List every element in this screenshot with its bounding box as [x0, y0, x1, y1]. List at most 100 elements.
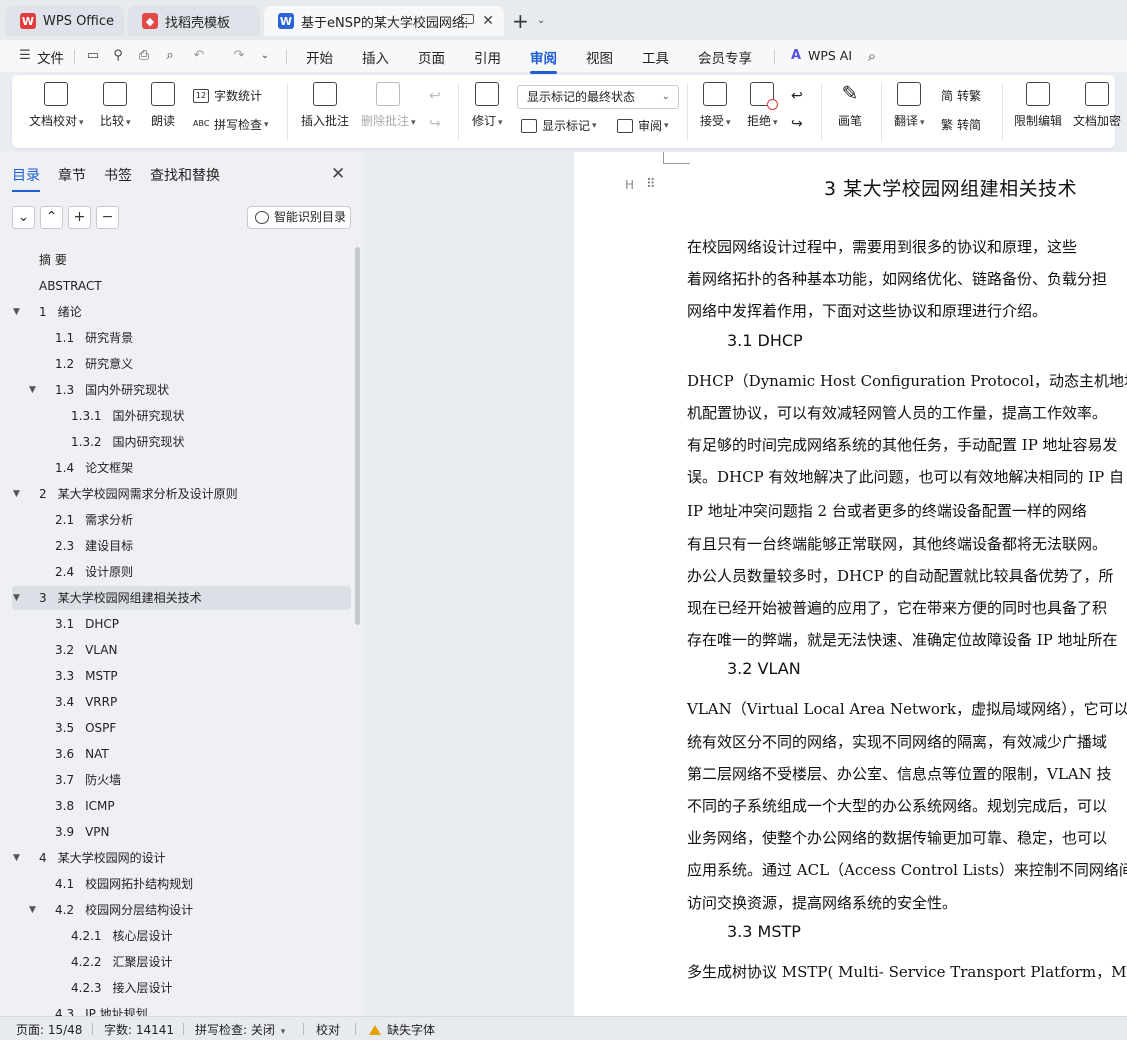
page-indicator[interactable]: 页面: 15/48	[16, 1021, 82, 1038]
chapter-title[interactable]: 3 某大学校园网组建相关技术	[824, 174, 1077, 201]
paragraph-line[interactable]: 统有效区分不同的网络，实现不同网络的隔离，有效减少广播域	[687, 731, 1107, 752]
toc-item[interactable]: 3.2 VLAN	[12, 638, 351, 662]
paragraph-line[interactable]: 访问交换资源，提高网络系统的安全性。	[687, 892, 957, 913]
paragraph-line[interactable]: 存在唯一的弊端，就是无法快速、准确定位故障设备 IP 地址所在	[687, 629, 1118, 650]
paragraph-line[interactable]: 在校园网络设计过程中，需要用到很多的协议和原理，这些	[687, 236, 1077, 257]
toc-item[interactable]: 3.7 防火墙	[12, 768, 351, 792]
compare-button[interactable]: 比较 ▾	[100, 82, 131, 129]
proofread-status[interactable]: 校对	[316, 1021, 340, 1038]
toc-item[interactable]: 3.1 DHCP	[12, 612, 351, 636]
toc-item[interactable]: 4.2.1 核心层设计	[12, 924, 351, 948]
toc-item[interactable]: 4.3 IP 地址规划	[12, 1002, 351, 1016]
tab-bookmarks[interactable]: 书签	[104, 165, 132, 185]
markup-state-select[interactable]: 显示标记的最终状态 ⌄	[517, 85, 679, 109]
close-tab-icon[interactable]: ✕	[482, 13, 494, 29]
expand-triangle-icon[interactable]: ▼	[29, 378, 36, 402]
section-heading[interactable]: 3.2 VLAN	[727, 659, 801, 678]
paragraph-line[interactable]: 现在已经开始被普遍的应用了，它在带来方便的同时也具备了积	[687, 597, 1107, 618]
chevron-down-icon[interactable]: ⌄	[537, 15, 545, 26]
paragraph-line[interactable]: 有且只有一台终端能够正常联网，其他终端设备都将无法联网。	[687, 533, 1107, 554]
menu-page[interactable]: 页面	[418, 47, 445, 67]
paragraph-line[interactable]: 有足够的时间完成网络系统的其他任务，手动配置 IP 地址容易发	[687, 434, 1118, 455]
menu-tools[interactable]: 工具	[642, 47, 669, 67]
toc-item[interactable]: 3.5 OSPF	[12, 716, 351, 740]
tab-wps-office[interactable]: W WPS Office	[6, 6, 124, 36]
encrypt-button[interactable]: 文档加密	[1073, 82, 1121, 129]
toc-item[interactable]: 2.3 建设目标	[12, 534, 351, 558]
next-comment-icon[interactable]: ↪	[429, 116, 441, 132]
pen-button[interactable]: ✎ 画笔	[838, 82, 862, 129]
save-icon[interactable]: ▭	[86, 49, 100, 63]
link-icon[interactable]: ⚲	[111, 49, 125, 63]
toc-item[interactable]: ▼ 1 绪论	[12, 300, 351, 324]
print-preview-icon[interactable]: ⌕	[163, 49, 177, 63]
expand-triangle-icon[interactable]: ▼	[13, 586, 20, 610]
expand-triangle-icon[interactable]: ▼	[13, 300, 20, 324]
missing-font-status[interactable]: 缺失字体	[369, 1021, 435, 1038]
collapse-all-button[interactable]: ⌄	[12, 206, 35, 229]
toc-item[interactable]: 2.1 需求分析	[12, 508, 351, 532]
undo-icon[interactable]: ↶	[192, 49, 206, 63]
tab-toc[interactable]: 目录	[12, 165, 40, 192]
paragraph-line[interactable]: 应用系统。通过 ACL（Access Control Lists）来控制不同网络…	[687, 859, 1127, 880]
new-tab-icon[interactable]: +	[512, 9, 529, 33]
toc-scrollbar[interactable]	[355, 247, 360, 625]
toc-item[interactable]: 3.4 VRRP	[12, 690, 351, 714]
tab-document[interactable]: W 基于eNSP的某大学校园网络规 ✕	[264, 6, 504, 36]
spell-check-button[interactable]: ABC 拼写检查 ▾	[193, 116, 269, 133]
toc-item[interactable]: 1.3.1 国外研究现状	[12, 404, 351, 428]
toc-item[interactable]: 3.8 ICMP	[12, 794, 351, 818]
expand-triangle-icon[interactable]: ▼	[13, 482, 20, 506]
paragraph-line[interactable]: DHCP（Dynamic Host Configuration Protocol…	[687, 370, 1127, 391]
expand-up-button[interactable]: ⌃	[40, 206, 63, 229]
toc-item[interactable]: 摘 要	[12, 248, 351, 272]
review-pane-button[interactable]: 审阅 ▾	[617, 117, 669, 134]
next-change-icon[interactable]: ↪	[791, 116, 803, 132]
toc-item[interactable]: 1.1 研究背景	[12, 326, 351, 350]
toc-item[interactable]: ▼ 3 某大学校园网组建相关技术	[12, 586, 351, 610]
to-traditional-button[interactable]: 简 转繁	[941, 87, 981, 104]
search-icon[interactable]: ⌕	[865, 49, 879, 64]
toc-item[interactable]: ▼ 4.2 校园网分层结构设计	[12, 898, 351, 922]
hamburger-icon[interactable]: ☰	[18, 49, 32, 63]
toc-item[interactable]: 4.2.2 汇聚层设计	[12, 950, 351, 974]
show-markup-button[interactable]: 显示标记 ▾	[521, 117, 597, 134]
previous-change-icon[interactable]: ↩	[791, 88, 803, 104]
menu-member[interactable]: 会员专享	[698, 47, 752, 67]
toc-item[interactable]: 3.3 MSTP	[12, 664, 351, 688]
paragraph-line[interactable]: 办公人员数量较多时，DHCP 的自动配置就比较具备优势了，所	[687, 565, 1113, 586]
menu-review[interactable]: 审阅	[530, 47, 557, 74]
menu-references[interactable]: 引用	[474, 47, 501, 67]
toc-item[interactable]: ▼ 2 某大学校园网需求分析及设计原则	[12, 482, 351, 506]
document-page[interactable]: 3 某大学校园网组建相关技术 在校园网络设计过程中，需要用到很多的协议和原理，这…	[574, 152, 1127, 1016]
paragraph-line[interactable]: IP 地址冲突问题指 2 台或者更多的终端设备配置一样的网络	[687, 500, 1087, 521]
word-count[interactable]: 字数: 14141	[104, 1021, 174, 1038]
toc-item[interactable]: ▼ 4 某大学校园网的设计	[12, 846, 351, 870]
paragraph-line[interactable]: 第二层网络不受楼层、办公室、信息点等位置的限制，VLAN 技	[687, 763, 1112, 784]
paragraph-line[interactable]: 业务网络，使整个办公网络的数据传输更加可靠、稳定，也可以	[687, 827, 1107, 848]
tab-docer[interactable]: ◆ 找稻壳模板	[128, 6, 260, 36]
add-heading-button[interactable]: +	[68, 206, 91, 229]
toc-item[interactable]: 4.2.3 接入层设计	[12, 976, 351, 1000]
restrict-edit-button[interactable]: 限制编辑	[1014, 82, 1062, 129]
toc-item[interactable]: 3.6 NAT	[12, 742, 351, 766]
menu-insert[interactable]: 插入	[362, 47, 389, 67]
menu-view[interactable]: 视图	[586, 47, 613, 67]
paragraph-line[interactable]: 不同的子系统组成一个大型的办公系统网络。规划完成后，可以	[687, 795, 1107, 816]
word-count-button[interactable]: 12 字数统计	[193, 87, 262, 104]
toc-item[interactable]: 2.4 设计原则	[12, 560, 351, 584]
paragraph-line[interactable]: 着网络拓扑的各种基本功能，如网络优化、链路备份、负载分担	[687, 268, 1107, 289]
section-heading[interactable]: 3.1 DHCP	[727, 331, 803, 350]
menu-file[interactable]: 文件	[37, 47, 64, 67]
monitor-icon[interactable]	[461, 14, 474, 24]
toc-item[interactable]: 3.9 VPN	[12, 820, 351, 844]
insert-comment-button[interactable]: 插入批注	[301, 82, 349, 129]
toc-item[interactable]: 4.1 校园网拓扑结构规划	[12, 872, 351, 896]
delete-comment-button[interactable]: 删除批注 ▾	[361, 82, 416, 129]
print-icon[interactable]: ⎙	[137, 49, 151, 63]
heading-marker[interactable]: H	[625, 178, 634, 192]
close-pane-icon[interactable]: ✕	[331, 164, 345, 184]
toc-item[interactable]: 1.3.2 国内研究现状	[12, 430, 351, 454]
accept-button[interactable]: 接受 ▾	[700, 82, 731, 129]
tab-find-replace[interactable]: 查找和替换	[150, 165, 220, 185]
